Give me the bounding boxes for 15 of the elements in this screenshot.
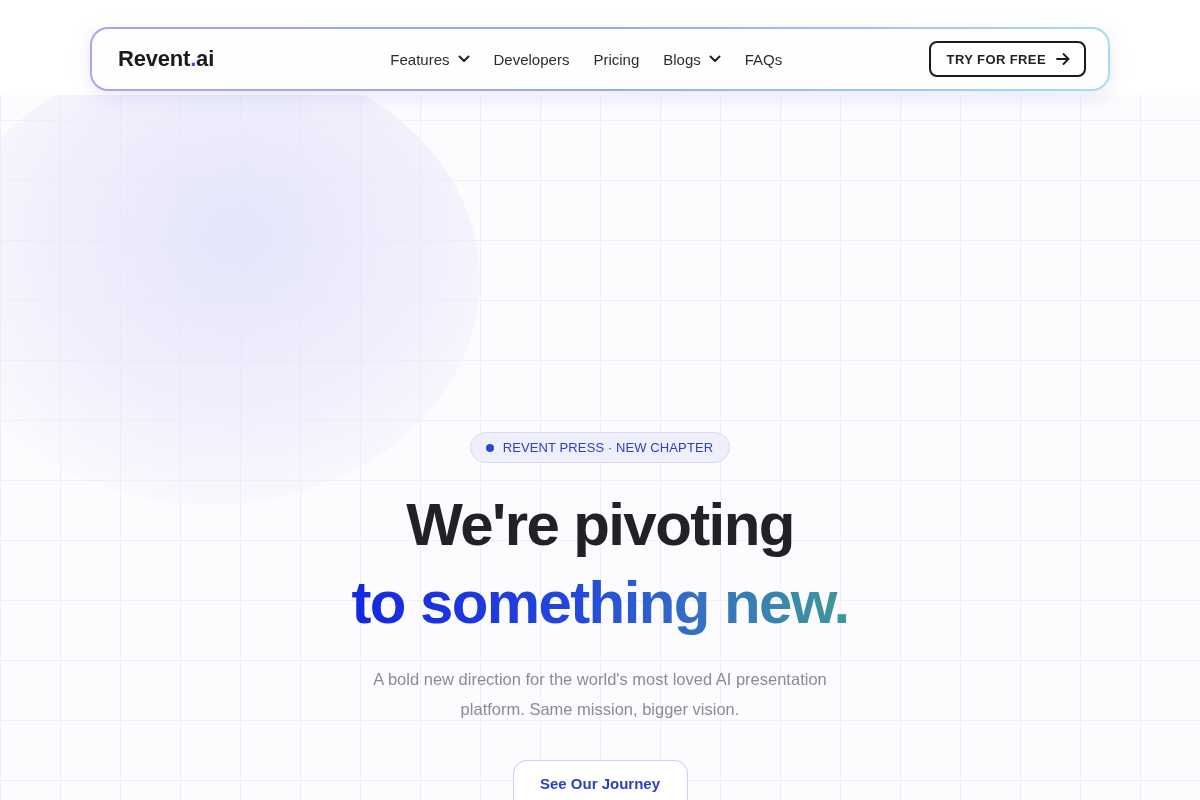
see-our-journey-button[interactable]: See Our Journey [512,760,688,800]
nav-link[interactable]: Developers [493,50,570,68]
dot-icon [485,443,494,452]
hero-subtitle: A bold new direction for the world's most loved AI presentation platform. Same mission, bigger vision. [372,669,828,720]
nav-link[interactable]: Pricing [593,50,640,68]
headline: We're pivoting [406,490,794,560]
nav-link[interactable]: Blogs [663,50,721,68]
chevron-down-icon [457,55,470,63]
nav-link[interactable]: Features [390,50,470,68]
badge-label: REVENT PRESS · NEW CHAPTER [502,440,714,455]
chevron-down-icon [708,55,721,63]
try-for-free-button[interactable]: TRY FOR FREE [928,41,1086,77]
arrow-right-icon [1056,53,1070,65]
logo[interactable]: Revent.ai [118,46,215,72]
nav-link[interactable]: FAQs [744,50,783,68]
